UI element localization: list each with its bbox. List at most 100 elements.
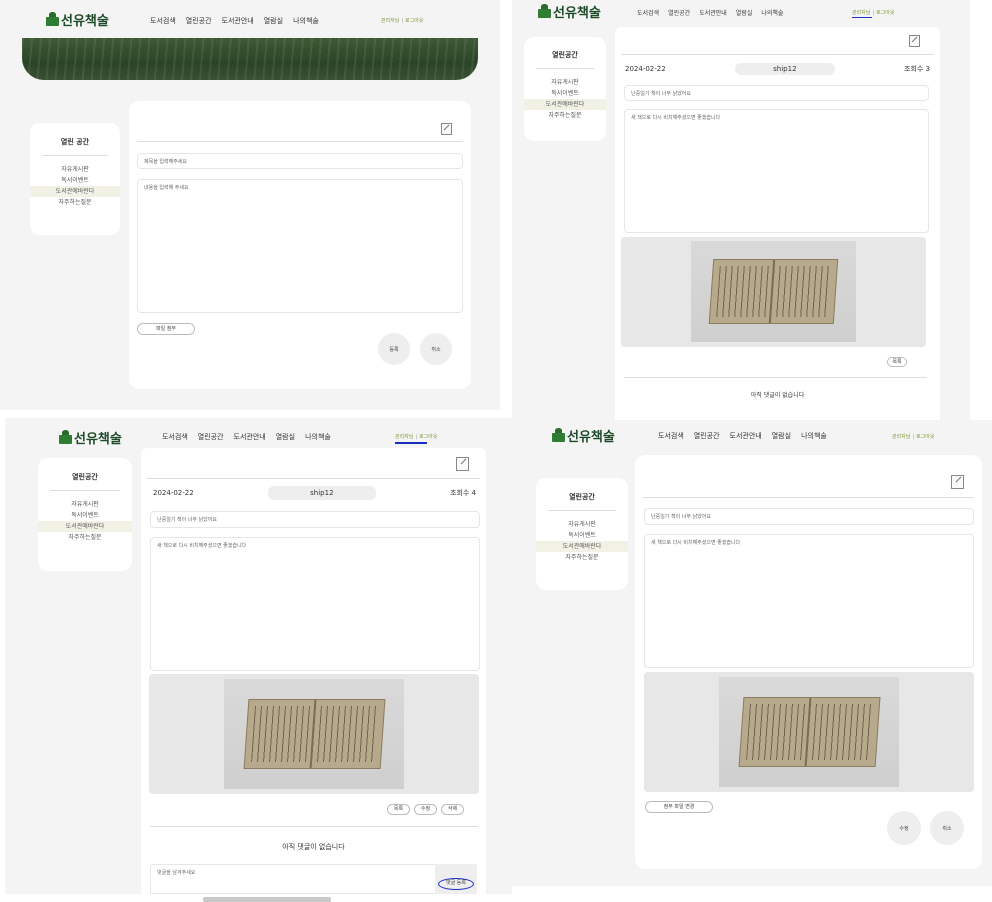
brand-logo[interactable]: 선유책술 bbox=[46, 10, 109, 29]
nav-item-library-info[interactable]: 도서관안내 bbox=[730, 431, 762, 441]
logout-link[interactable]: 로그아웃 bbox=[916, 433, 934, 440]
nav-item-my-books[interactable]: 나의책술 bbox=[761, 8, 783, 17]
nav-item-library-info[interactable]: 도서관안내 bbox=[234, 432, 266, 442]
sidebar-item-free-board[interactable]: 자유게시판 bbox=[30, 164, 120, 175]
sidebar-item-faq[interactable]: 자주하는질문 bbox=[524, 110, 606, 121]
change-attachment-button[interactable]: 첨부 파일 변경 bbox=[645, 801, 713, 813]
sidebar-title: 열린공간 bbox=[536, 50, 594, 69]
nav-item-reading-room[interactable]: 열람실 bbox=[276, 432, 295, 442]
delete-button[interactable]: 삭제 bbox=[441, 804, 464, 815]
user-util: 관리자님 | 로그아웃 bbox=[395, 433, 438, 441]
nav-item-search[interactable]: 도서검색 bbox=[637, 8, 659, 17]
user-link[interactable]: 관리자님 bbox=[395, 433, 413, 440]
list-button[interactable]: 목록 bbox=[887, 357, 907, 367]
sidebar-item-faq[interactable]: 자주하는질문 bbox=[38, 532, 132, 543]
brand-logo[interactable]: 선유책술 bbox=[59, 428, 122, 447]
post-author: ship12 bbox=[267, 486, 376, 500]
nav-item-my-books[interactable]: 나의책술 bbox=[293, 16, 319, 26]
nav-item-open-space[interactable]: 열린공간 bbox=[198, 432, 224, 442]
brand-logo[interactable]: 선유책술 bbox=[552, 426, 615, 445]
nav-item-search[interactable]: 도서검색 bbox=[150, 16, 176, 26]
sidebar-item-suggestions[interactable]: 도서관에바란다 bbox=[536, 541, 628, 552]
logout-link[interactable]: 로그아웃 bbox=[876, 9, 894, 16]
cancel-button[interactable]: 취소 bbox=[420, 333, 452, 365]
divider bbox=[147, 478, 480, 479]
attachment-image bbox=[224, 679, 404, 789]
sidebar: 열린공간 자유게시판 독서이벤트 도서관에바란다 자주하는질문 bbox=[536, 478, 628, 590]
forest-banner bbox=[22, 38, 478, 80]
sidebar-item-faq[interactable]: 자주하는질문 bbox=[30, 197, 120, 208]
sidebar-item-faq[interactable]: 자주하는질문 bbox=[536, 552, 628, 563]
sidebar-item-reading-event[interactable]: 독서이벤트 bbox=[38, 510, 132, 521]
attachment-image bbox=[719, 677, 899, 787]
user-util: 관리자님 | 로그아웃 bbox=[852, 9, 895, 17]
list-button[interactable]: 목록 bbox=[387, 804, 410, 815]
write-card: 제목을 입력해주세요 내용을 입력해 주세요 파일 첨부 등록 취소 bbox=[129, 101, 471, 389]
comment-input[interactable]: 댓글을 남겨주세요 bbox=[150, 864, 436, 894]
nav-item-reading-room[interactable]: 열람실 bbox=[736, 8, 753, 17]
sidebar-item-free-board[interactable]: 자유게시판 bbox=[38, 499, 132, 510]
user-link[interactable]: 관리자님 bbox=[892, 433, 910, 440]
comment-submit-button[interactable]: 댓글 등록 bbox=[438, 878, 474, 890]
sidebar: 열린공간 자유게시판 독서이벤트 도서관에바란다 자주하는질문 bbox=[38, 458, 132, 571]
sidebar-item-suggestions[interactable]: 도서관에바란다 bbox=[30, 186, 120, 197]
logout-link[interactable]: 로그아웃 bbox=[405, 17, 423, 24]
no-comments-text: 아직 댓글이 없습니다 bbox=[750, 392, 805, 399]
sidebar-item-reading-event[interactable]: 독서이벤트 bbox=[524, 88, 606, 99]
nav-item-reading-room[interactable]: 열람실 bbox=[772, 431, 791, 441]
post-meta: 2024-02-22 ship12 조회수 4 bbox=[153, 486, 476, 500]
nav-item-open-space[interactable]: 열린공간 bbox=[186, 16, 212, 26]
nav-item-library-info[interactable]: 도서관안내 bbox=[699, 8, 727, 17]
main-nav: 도서검색 열린공간 도서관안내 열람실 나의책술 bbox=[150, 16, 319, 26]
title-input[interactable]: 제목을 입력해주세요 bbox=[137, 153, 463, 169]
sidebar-item-free-board[interactable]: 자유게시판 bbox=[524, 77, 606, 88]
sidebar-item-free-board[interactable]: 자유게시판 bbox=[536, 519, 628, 530]
sidebar-item-reading-event[interactable]: 독서이벤트 bbox=[536, 530, 628, 541]
nav-item-search[interactable]: 도서검색 bbox=[162, 432, 188, 442]
edit-icon bbox=[951, 475, 964, 489]
title-input[interactable]: 난중일기 책이 너무 낡았어요 bbox=[644, 508, 974, 525]
submit-button[interactable]: 등록 bbox=[378, 333, 410, 365]
edit-card: 난중일기 책이 너무 낡았어요 새 책으로 다시 비치해주셨으면 좋겠습니다 첨… bbox=[635, 455, 982, 869]
user-underline bbox=[395, 442, 427, 444]
edit-icon[interactable] bbox=[909, 35, 920, 47]
sidebar-item-suggestions[interactable]: 도서관에바란다 bbox=[38, 521, 132, 532]
brand-logo[interactable]: 선유책술 bbox=[538, 2, 601, 21]
nav-item-open-space[interactable]: 열린공간 bbox=[668, 8, 690, 17]
logout-link[interactable]: 로그아웃 bbox=[419, 433, 437, 440]
edit-icon[interactable] bbox=[456, 457, 469, 471]
sidebar-title: 열린공간 bbox=[548, 492, 616, 511]
post-title: 난중일기 책이 너무 낡았어요 bbox=[624, 85, 929, 101]
sidebar-item-reading-event[interactable]: 독서이벤트 bbox=[30, 175, 120, 186]
user-link[interactable]: 관리자님 bbox=[852, 9, 870, 16]
post-content: 새 책으로 다시 비치해주셨으면 좋겠습니다 bbox=[150, 537, 480, 671]
content-textarea[interactable]: 내용을 입력해 주세요 bbox=[137, 179, 463, 313]
nav-item-search[interactable]: 도서검색 bbox=[658, 431, 684, 441]
post-author: ship12 bbox=[734, 63, 835, 75]
nav-item-my-books[interactable]: 나의책술 bbox=[801, 431, 827, 441]
nav-item-reading-room[interactable]: 열람실 bbox=[264, 16, 283, 26]
content-textarea[interactable]: 새 책으로 다시 비치해주셨으면 좋겠습니다 bbox=[644, 534, 974, 668]
panel-write-form: 선유책술 도서검색 열린공간 도서관안내 열람실 나의책술 관리자님 | 로그아웃 … bbox=[0, 0, 500, 410]
divider bbox=[137, 141, 463, 142]
attach-file-button[interactable]: 파일 첨부 bbox=[137, 323, 195, 335]
no-comments-text: 아직 댓글이 없습니다 bbox=[282, 843, 345, 851]
attachment-area bbox=[621, 237, 926, 347]
user-util: 관리자님 | 로그아웃 bbox=[892, 433, 935, 441]
post-title: 난중일기 책이 너무 낡았어요 bbox=[150, 511, 480, 528]
sidebar: 열린 공간 자유게시판 독서이벤트 도서관에바란다 자주하는질문 bbox=[30, 123, 120, 235]
book-logo-icon bbox=[538, 4, 551, 19]
book-logo-icon bbox=[552, 428, 565, 443]
post-meta: 2024-02-22 ship12 조회수 3 bbox=[625, 63, 930, 75]
nav-item-my-books[interactable]: 나의책술 bbox=[305, 432, 331, 442]
edit-button[interactable]: 수정 bbox=[414, 804, 437, 815]
sidebar-item-suggestions[interactable]: 도서관에바란다 bbox=[524, 99, 606, 110]
nav-item-library-info[interactable]: 도서관안내 bbox=[222, 16, 254, 26]
divider bbox=[150, 826, 478, 827]
nav-item-open-space[interactable]: 열린공간 bbox=[694, 431, 720, 441]
scrollbar[interactable] bbox=[203, 897, 331, 902]
user-link[interactable]: 관리자님 bbox=[381, 17, 399, 24]
cancel-edit-button[interactable]: 취소 bbox=[930, 811, 964, 845]
post-views: 조회수 4 bbox=[450, 489, 476, 497]
save-edit-button[interactable]: 수정 bbox=[887, 811, 921, 845]
